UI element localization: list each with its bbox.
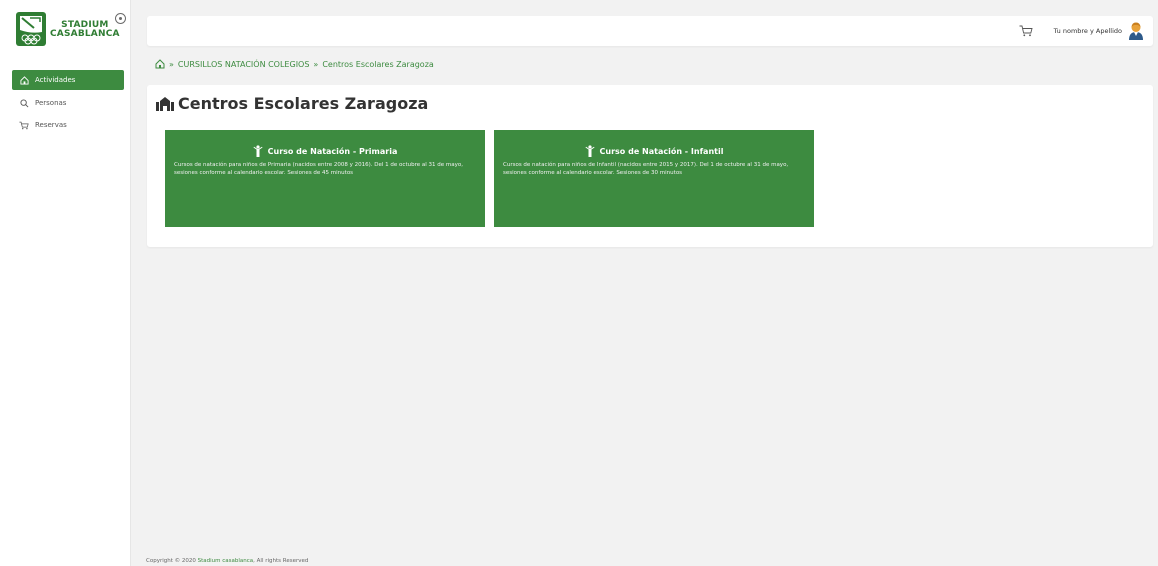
brand-logo[interactable]: STADIUM CASABLANCA	[16, 12, 128, 52]
cart-icon[interactable]	[1019, 25, 1033, 37]
activity-title: Curso de Natación - Primaria	[165, 145, 485, 157]
sidebar-item-label: Actividades	[35, 76, 76, 84]
breadcrumb: » CURSILLOS NATACIÓN COLEGIOS » Centros …	[155, 59, 434, 69]
activity-card-infantil[interactable]: Curso de Natación - Infantil Cursos de n…	[494, 130, 814, 227]
activity-description: Cursos de natación para niños de Primari…	[174, 162, 463, 176]
breadcrumb-separator: »	[169, 59, 174, 69]
user-avatar-icon[interactable]	[1127, 21, 1145, 41]
brand-name: STADIUM CASABLANCA	[50, 21, 120, 39]
page-title-text: Centros Escolares Zaragoza	[178, 94, 429, 113]
sidebar-nav: Actividades Personas Reservas	[12, 70, 124, 138]
home-icon	[18, 75, 30, 85]
breadcrumb-item-cursillos[interactable]: CURSILLOS NATACIÓN COLEGIOS	[178, 60, 310, 69]
breadcrumb-separator: »	[313, 59, 319, 69]
footer-copyright: Copyright © 2020	[146, 558, 198, 564]
activity-card-primaria[interactable]: Curso de Natación - Primaria Cursos de n…	[165, 130, 485, 227]
user-name[interactable]: Tu nombre y Apellido	[1054, 27, 1122, 35]
building-icon	[156, 96, 174, 111]
footer: Copyright © 2020 Stadium casablanca, All…	[146, 558, 308, 564]
sidebar-item-label: Reservas	[35, 121, 67, 129]
sidebar-item-reservas[interactable]: Reservas	[12, 116, 124, 134]
person-icon	[253, 145, 263, 157]
activity-title: Curso de Natación - Infantil	[494, 145, 814, 157]
search-icon	[18, 98, 30, 108]
brand-line-2: CASABLANCA	[50, 29, 120, 39]
sidebar: STADIUM CASABLANCA Actividades Personas …	[0, 0, 131, 566]
page-title: Centros Escolares Zaragoza	[156, 94, 428, 113]
footer-rights: , All rights Reserved	[253, 558, 309, 564]
breadcrumb-item-centros[interactable]: Centros Escolares Zaragoza	[322, 60, 433, 69]
activity-title-text: Curso de Natación - Infantil	[599, 146, 724, 156]
person-icon	[585, 145, 595, 157]
stadium-logo-icon	[16, 12, 46, 46]
footer-brand-link[interactable]: Stadium casablanca	[198, 558, 254, 564]
activity-description: Cursos de natación para niños de Infanti…	[503, 162, 789, 176]
sidebar-item-personas[interactable]: Personas	[12, 94, 124, 112]
sidebar-toggle-button[interactable]	[115, 13, 126, 24]
home-icon[interactable]	[155, 59, 165, 69]
main-panel: Centros Escolares Zaragoza Curso de Nata…	[147, 85, 1153, 247]
sidebar-item-actividades[interactable]: Actividades	[12, 70, 124, 90]
cart-icon	[18, 120, 30, 130]
activity-title-text: Curso de Natación - Primaria	[267, 146, 398, 156]
top-bar: Tu nombre y Apellido	[147, 16, 1153, 46]
sidebar-item-label: Personas	[35, 99, 67, 107]
